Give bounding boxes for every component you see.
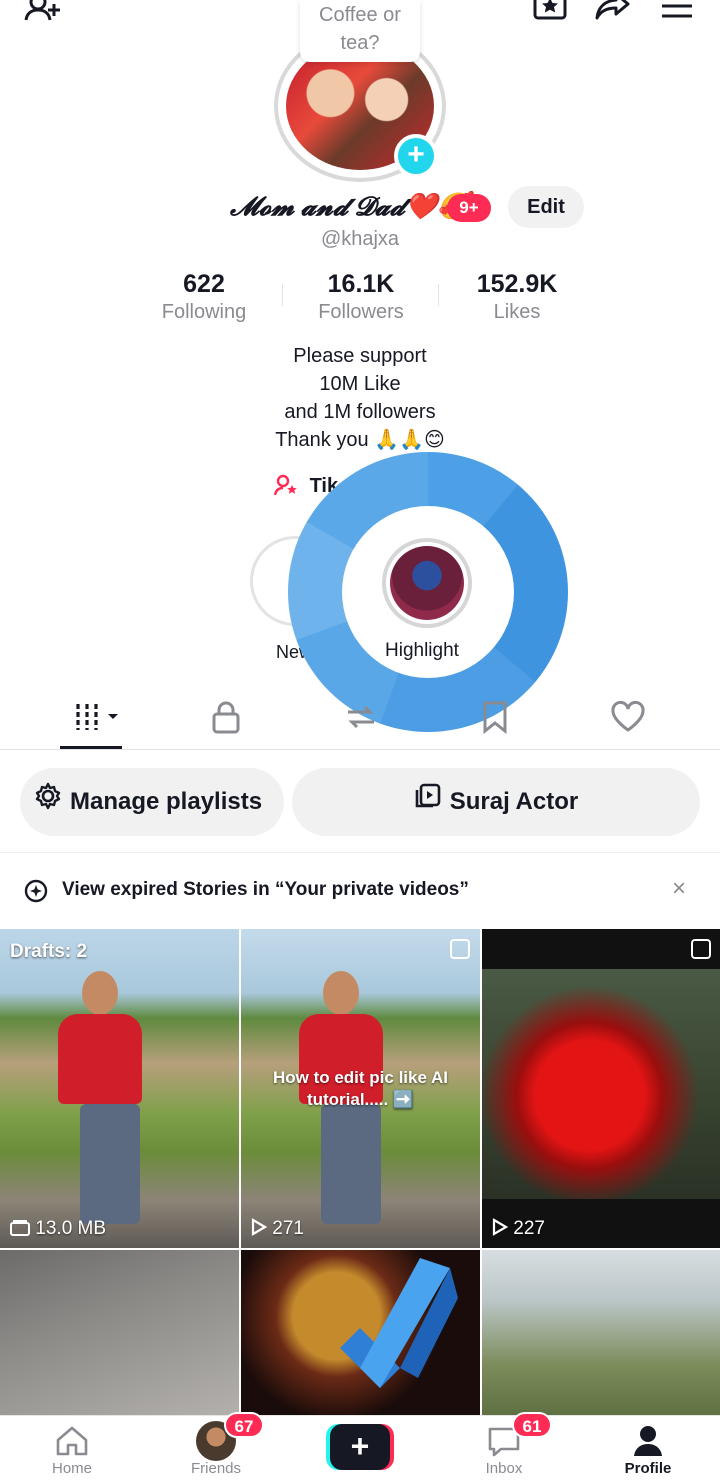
nav-profile[interactable]: Profile xyxy=(598,1422,698,1477)
nav-label: Home xyxy=(51,1460,92,1477)
person-star-icon xyxy=(273,474,304,497)
video-tile-draft[interactable]: Drafts: 2 13.0 MB xyxy=(0,929,239,1248)
game-thumbnail xyxy=(482,969,720,1199)
thumbnail-figure xyxy=(321,1104,381,1224)
profile-stats: 622 Following 16.1K Followers 152.9K Lik… xyxy=(0,270,720,330)
stat-value: 152.9K xyxy=(476,270,558,298)
playlist-label: Suraj Actor xyxy=(449,788,579,815)
close-icon[interactable]: × xyxy=(672,875,686,903)
add-story-plus-icon[interactable]: + xyxy=(394,134,438,178)
nav-label: Inbox xyxy=(485,1460,523,1477)
multi-item-icon xyxy=(450,939,470,959)
content-tabs xyxy=(0,690,720,750)
plus-icon: + xyxy=(330,1424,390,1470)
hamburger-menu-icon[interactable] xyxy=(660,0,694,22)
stat-followers[interactable]: 16.1K Followers xyxy=(281,270,441,324)
thumbnail-figure xyxy=(58,1014,142,1104)
tab-private[interactable] xyxy=(210,700,242,739)
bio-line: and 1M followers xyxy=(284,401,436,423)
view-count: 271 xyxy=(251,1218,304,1240)
draft-size: 13.0 MB xyxy=(10,1218,106,1240)
home-icon xyxy=(22,1422,122,1460)
star-icon[interactable] xyxy=(532,0,568,22)
tab-liked[interactable] xyxy=(610,700,646,739)
bookmark-icon xyxy=(483,701,507,735)
view-count: 227 xyxy=(492,1218,545,1240)
expired-stories-notice[interactable]: View expired Stories in “Your private vi… xyxy=(0,852,720,928)
repost-icon xyxy=(348,705,374,729)
playlist-suraj-actor[interactable]: Suraj Actor xyxy=(292,768,700,836)
notice-text: View expired Stories in “Your private vi… xyxy=(62,879,469,900)
friends-badge: 67 xyxy=(224,1412,264,1438)
stat-value: 16.1K xyxy=(327,270,395,298)
multi-item-icon xyxy=(691,939,711,959)
person-plus-icon[interactable] xyxy=(24,0,64,22)
bottom-navigation: Home 67 Friends + 61 Inbox Profile xyxy=(0,1412,720,1480)
thumbnail-figure xyxy=(80,1104,140,1224)
stat-label: Followers xyxy=(318,301,404,323)
play-icon xyxy=(251,1218,268,1236)
stat-label: Following xyxy=(161,301,247,323)
grid-bars-icon xyxy=(76,704,118,730)
name-row: 𝓜𝓸𝓶 𝓪𝓷𝓭 𝓓𝓪𝓭❤️🥰 9+ Edit xyxy=(0,186,720,230)
heart-icon xyxy=(611,700,645,732)
bio: Please support 10M Like and 1M followers… xyxy=(0,342,720,454)
nav-inbox[interactable]: 61 Inbox xyxy=(454,1412,554,1477)
video-caption: How to edit pic like AI tutorial..... ➡️ xyxy=(272,1068,449,1109)
tab-reposts[interactable] xyxy=(344,700,378,739)
manage-playlists-label: Manage playlists xyxy=(70,788,263,815)
bio-line: 10M Like xyxy=(319,373,401,395)
drafts-label: Drafts: 2 xyxy=(10,941,88,962)
thumbnail-figure xyxy=(323,971,359,1015)
nav-home[interactable]: Home xyxy=(22,1422,122,1477)
nav-label: Friends xyxy=(190,1460,242,1477)
stat-value: 622 xyxy=(183,270,225,298)
sparkle-circle-icon xyxy=(24,879,48,908)
thumbnail-figure xyxy=(82,971,118,1015)
highlight-thumbnail xyxy=(390,546,464,620)
draft-size-value: 13.0 MB xyxy=(35,1218,107,1239)
view-count-value: 227 xyxy=(513,1218,545,1239)
note-bubble[interactable]: Coffee or tea? xyxy=(300,0,420,62)
highlight-label: Highlight xyxy=(385,640,459,661)
nav-friends[interactable]: 67 Friends xyxy=(166,1412,266,1477)
edit-profile-button[interactable]: Edit xyxy=(508,186,584,228)
video-tile[interactable] xyxy=(0,1250,239,1415)
video-tile[interactable] xyxy=(482,1250,720,1415)
bio-line: Thank you 🙏🙏😊 xyxy=(275,429,445,451)
tab-saved[interactable] xyxy=(480,700,510,739)
inbox-badge: 61 xyxy=(512,1412,552,1438)
gear-icon xyxy=(34,769,62,837)
stat-likes[interactable]: 152.9K Likes xyxy=(437,270,597,324)
play-icon xyxy=(492,1218,509,1236)
username-handle: @khajxa xyxy=(320,228,400,250)
active-tab-indicator xyxy=(60,746,122,749)
video-tile[interactable]: 227 xyxy=(482,929,720,1248)
video-tile[interactable]: How to edit pic like AI tutorial..... ➡️… xyxy=(241,929,480,1248)
notification-badge[interactable]: 9+ xyxy=(447,194,491,222)
checkmark-logo-icon xyxy=(340,1258,458,1388)
stat-following[interactable]: 622 Following xyxy=(124,270,284,324)
tab-videos[interactable] xyxy=(74,700,122,739)
view-count-value: 271 xyxy=(272,1218,304,1239)
stat-label: Likes xyxy=(493,301,541,323)
display-name: 𝓜𝓸𝓶 𝓪𝓷𝓭 𝓓𝓪𝓭❤️🥰 xyxy=(230,192,470,221)
playlist-icon xyxy=(414,769,442,837)
nav-label: Profile xyxy=(624,1460,672,1477)
bio-line: Please support xyxy=(293,345,427,367)
draft-folder-icon xyxy=(10,1220,30,1236)
manage-playlists-button[interactable]: Manage playlists xyxy=(20,768,284,836)
lock-icon xyxy=(212,701,240,734)
create-button[interactable]: + xyxy=(326,1424,394,1470)
profile-icon xyxy=(598,1422,698,1460)
share-arrow-icon[interactable] xyxy=(594,0,632,22)
